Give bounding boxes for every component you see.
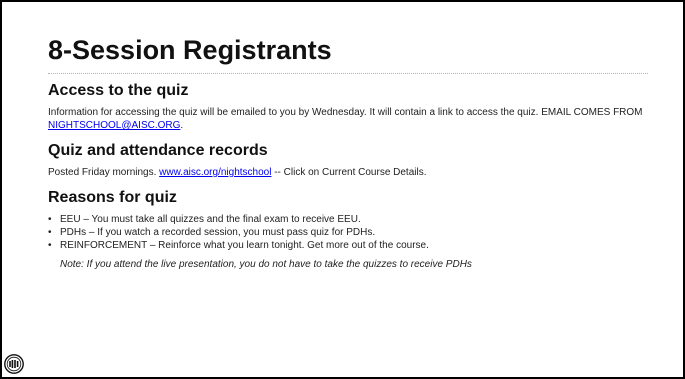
- records-text-suffix: -- Click on Current Course Details.: [271, 167, 427, 178]
- reason-text: PDHs – If you watch a recorded session, …: [60, 227, 376, 238]
- title-divider: [48, 73, 648, 74]
- reasons-list: • EEU – You must take all quizzes and the…: [48, 213, 663, 252]
- section-records-text: Posted Friday mornings. www.aisc.org/nig…: [48, 166, 663, 179]
- pdh-note: Note: If you attend the live presentatio…: [60, 259, 472, 270]
- nightschool-url-link[interactable]: www.aisc.org/nightschool: [159, 167, 271, 178]
- slide-content: Access to the quiz Information for acces…: [48, 82, 663, 271]
- section-access-text: Information for accessing the quiz will …: [48, 106, 663, 132]
- nightschool-email-link[interactable]: NIGHTSCHOOL@AISC.ORG: [48, 120, 180, 131]
- section-records-heading: Quiz and attendance records: [48, 142, 268, 159]
- reason-text: REINFORCEMENT – Reinforce what you learn…: [60, 240, 429, 251]
- reasons-list-item: • PDHs – If you watch a recorded session,…: [48, 226, 663, 239]
- bullet-icon: •: [48, 214, 52, 225]
- bullet-icon: •: [48, 240, 52, 251]
- aisc-logo-icon: [4, 354, 24, 374]
- section-reasons: Reasons for quiz • EEU – You must take al…: [48, 189, 663, 271]
- access-text-suffix: .: [180, 120, 184, 131]
- access-text-prefix: Information for accessing the quiz will …: [48, 107, 643, 118]
- reason-text: EEU – You must take all quizzes and the …: [60, 214, 361, 225]
- section-access-heading: Access to the quiz: [48, 82, 189, 99]
- section-reasons-heading: Reasons for quiz: [48, 189, 177, 206]
- records-text-prefix: Posted Friday mornings.: [48, 167, 160, 178]
- reasons-list-item: • EEU – You must take all quizzes and the…: [48, 213, 663, 226]
- section-records: Quiz and attendance records Posted Frida…: [48, 142, 663, 179]
- bullet-icon: •: [48, 227, 52, 238]
- slide-title: 8-Session Registrants: [48, 35, 332, 65]
- reasons-list-item: • REINFORCEMENT – Reinforce what you lear…: [48, 239, 663, 252]
- slide: 8-Session Registrants Access to the quiz…: [0, 0, 685, 379]
- section-access: Access to the quiz Information for acces…: [48, 82, 663, 132]
